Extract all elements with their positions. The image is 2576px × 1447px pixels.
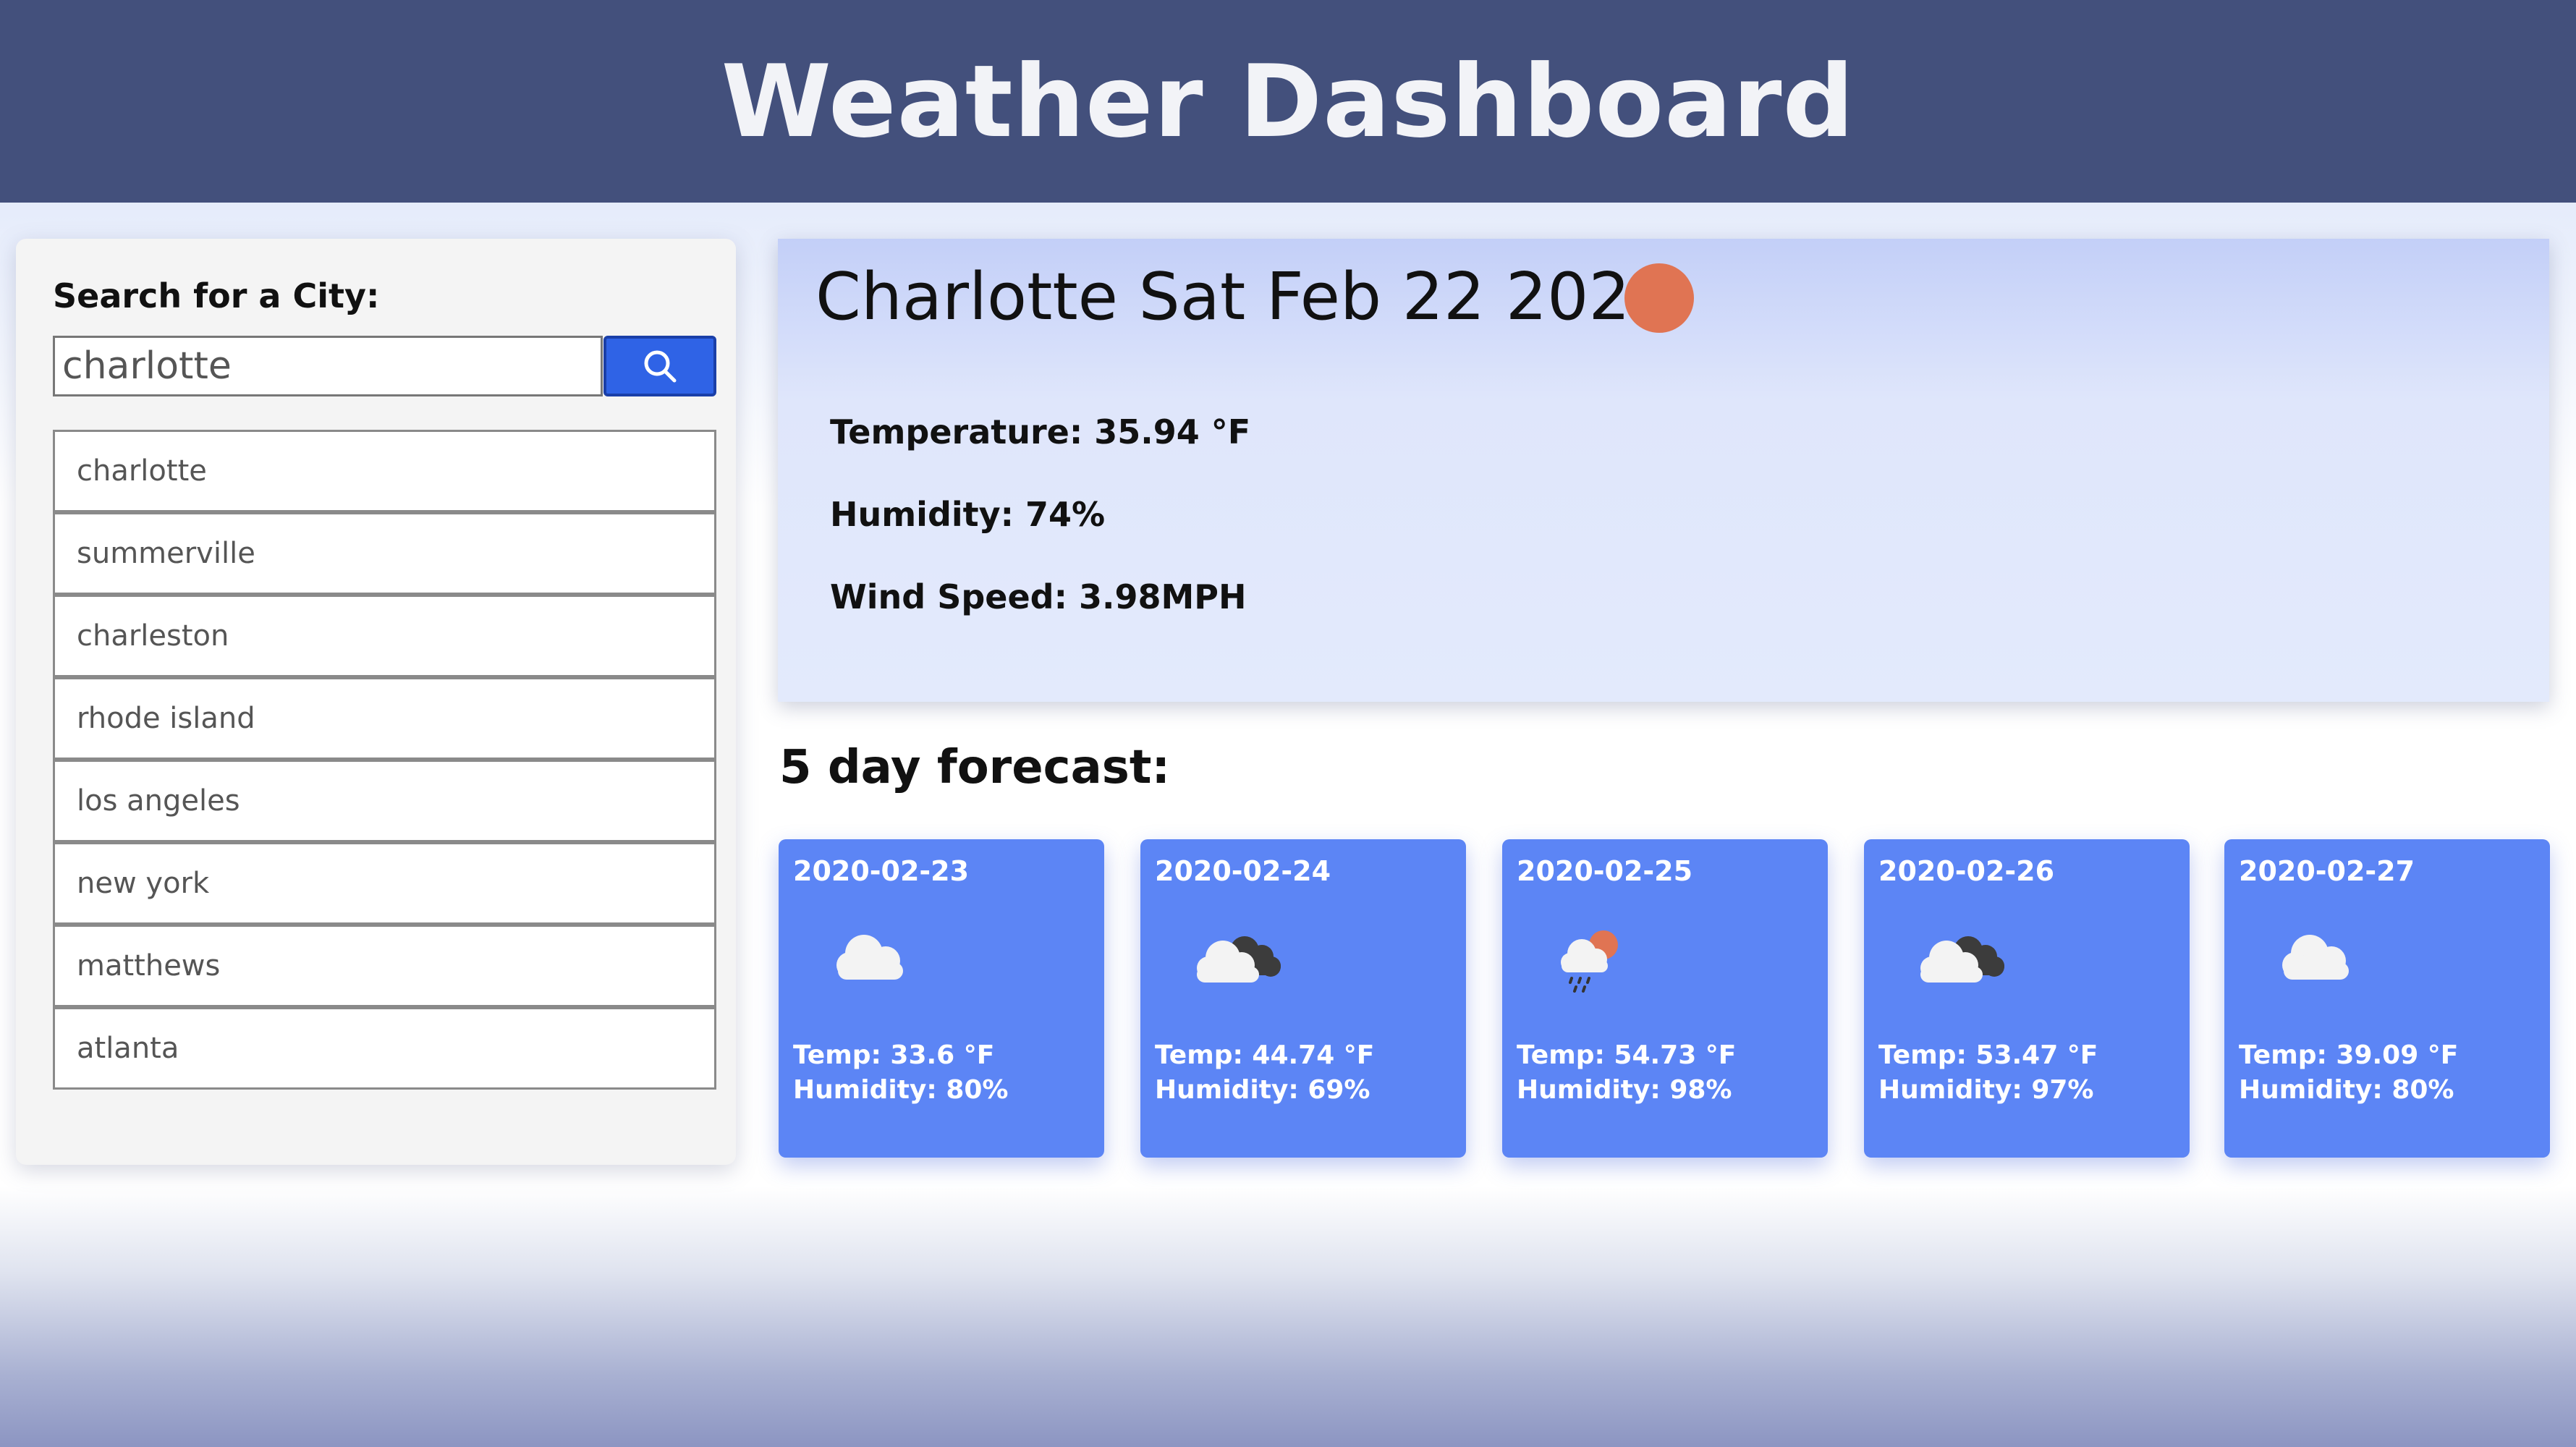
forecast-temp: Temp: 44.74 °F bbox=[1155, 1040, 1375, 1070]
forecast-card: 2020-02-27 Temp: 39.09 °F Humidity: 80% bbox=[2224, 839, 2550, 1158]
history-item[interactable]: los angeles bbox=[53, 760, 716, 842]
forecast-humidity: Humidity: 80% bbox=[793, 1075, 1009, 1105]
forecast-temp: Temp: 39.09 °F bbox=[2239, 1040, 2459, 1070]
search-label: Search for a City: bbox=[53, 276, 380, 315]
current-temperature: Temperature: 35.94 °F bbox=[830, 412, 1251, 451]
history-item[interactable]: rhode island bbox=[53, 677, 716, 760]
forecast-humidity: Humidity: 69% bbox=[1155, 1075, 1370, 1105]
history-item[interactable]: new york bbox=[53, 842, 716, 925]
forecast-date: 2020-02-24 bbox=[1155, 855, 1331, 887]
history-item[interactable]: atlanta bbox=[53, 1007, 716, 1090]
cloud-icon bbox=[836, 935, 903, 980]
forecast-card: 2020-02-23 Temp: 33.6 °F Humidity: 80% bbox=[779, 839, 1104, 1158]
forecast-humidity: Humidity: 80% bbox=[2239, 1075, 2454, 1105]
forecast-temp: Temp: 53.47 °F bbox=[1878, 1040, 2098, 1070]
current-humidity: Humidity: 74% bbox=[830, 495, 1106, 534]
sun-icon bbox=[1624, 263, 1694, 333]
page-title: Weather Dashboard bbox=[721, 43, 1855, 160]
broken-clouds-icon bbox=[1920, 936, 2004, 983]
broken-clouds-icon bbox=[1197, 936, 1281, 983]
current-weather-panel: Charlotte Sat Feb 22 2020 Temperature: 3… bbox=[778, 239, 2549, 702]
forecast-humidity: Humidity: 98% bbox=[1517, 1075, 1732, 1105]
forecast-temp: Temp: 33.6 °F bbox=[793, 1040, 995, 1070]
search-button[interactable] bbox=[603, 336, 716, 396]
history-item[interactable]: charlotte bbox=[53, 430, 716, 512]
current-wind-speed: Wind Speed: 3.98MPH bbox=[830, 577, 1247, 616]
forecast-date: 2020-02-23 bbox=[793, 855, 970, 887]
forecast-date: 2020-02-27 bbox=[2239, 855, 2415, 887]
search-sidebar: Search for a City: charlotte summerville… bbox=[16, 239, 736, 1165]
forecast-date: 2020-02-26 bbox=[1878, 855, 2055, 887]
history-item[interactable]: charleston bbox=[53, 595, 716, 677]
current-city-date: Charlotte Sat Feb 22 2020 bbox=[815, 259, 1672, 335]
history-item[interactable]: summerville bbox=[53, 512, 716, 595]
forecast-heading: 5 day forecast: bbox=[779, 741, 1171, 794]
history-item[interactable]: matthews bbox=[53, 925, 716, 1007]
forecast-temp: Temp: 54.73 °F bbox=[1517, 1040, 1737, 1070]
rain-sun-cloud-icon bbox=[1561, 930, 1618, 993]
forecast-card: 2020-02-24 Temp: 44.74 °F Humidity: 69% bbox=[1140, 839, 1466, 1158]
cloud-icon bbox=[2282, 935, 2349, 980]
search-icon bbox=[644, 350, 677, 383]
header-bar: Weather Dashboard bbox=[0, 0, 2576, 203]
forecast-card: 2020-02-25 Temp: 54.73 °F Humidity: 98% bbox=[1502, 839, 1828, 1158]
forecast-humidity: Humidity: 97% bbox=[1878, 1075, 2094, 1105]
search-history-list: charlotte summerville charleston rhode i… bbox=[53, 430, 716, 1090]
forecast-date: 2020-02-25 bbox=[1517, 855, 1693, 887]
city-search-input[interactable] bbox=[53, 336, 603, 396]
forecast-card: 2020-02-26 Temp: 53.47 °F Humidity: 97% bbox=[1864, 839, 2190, 1158]
